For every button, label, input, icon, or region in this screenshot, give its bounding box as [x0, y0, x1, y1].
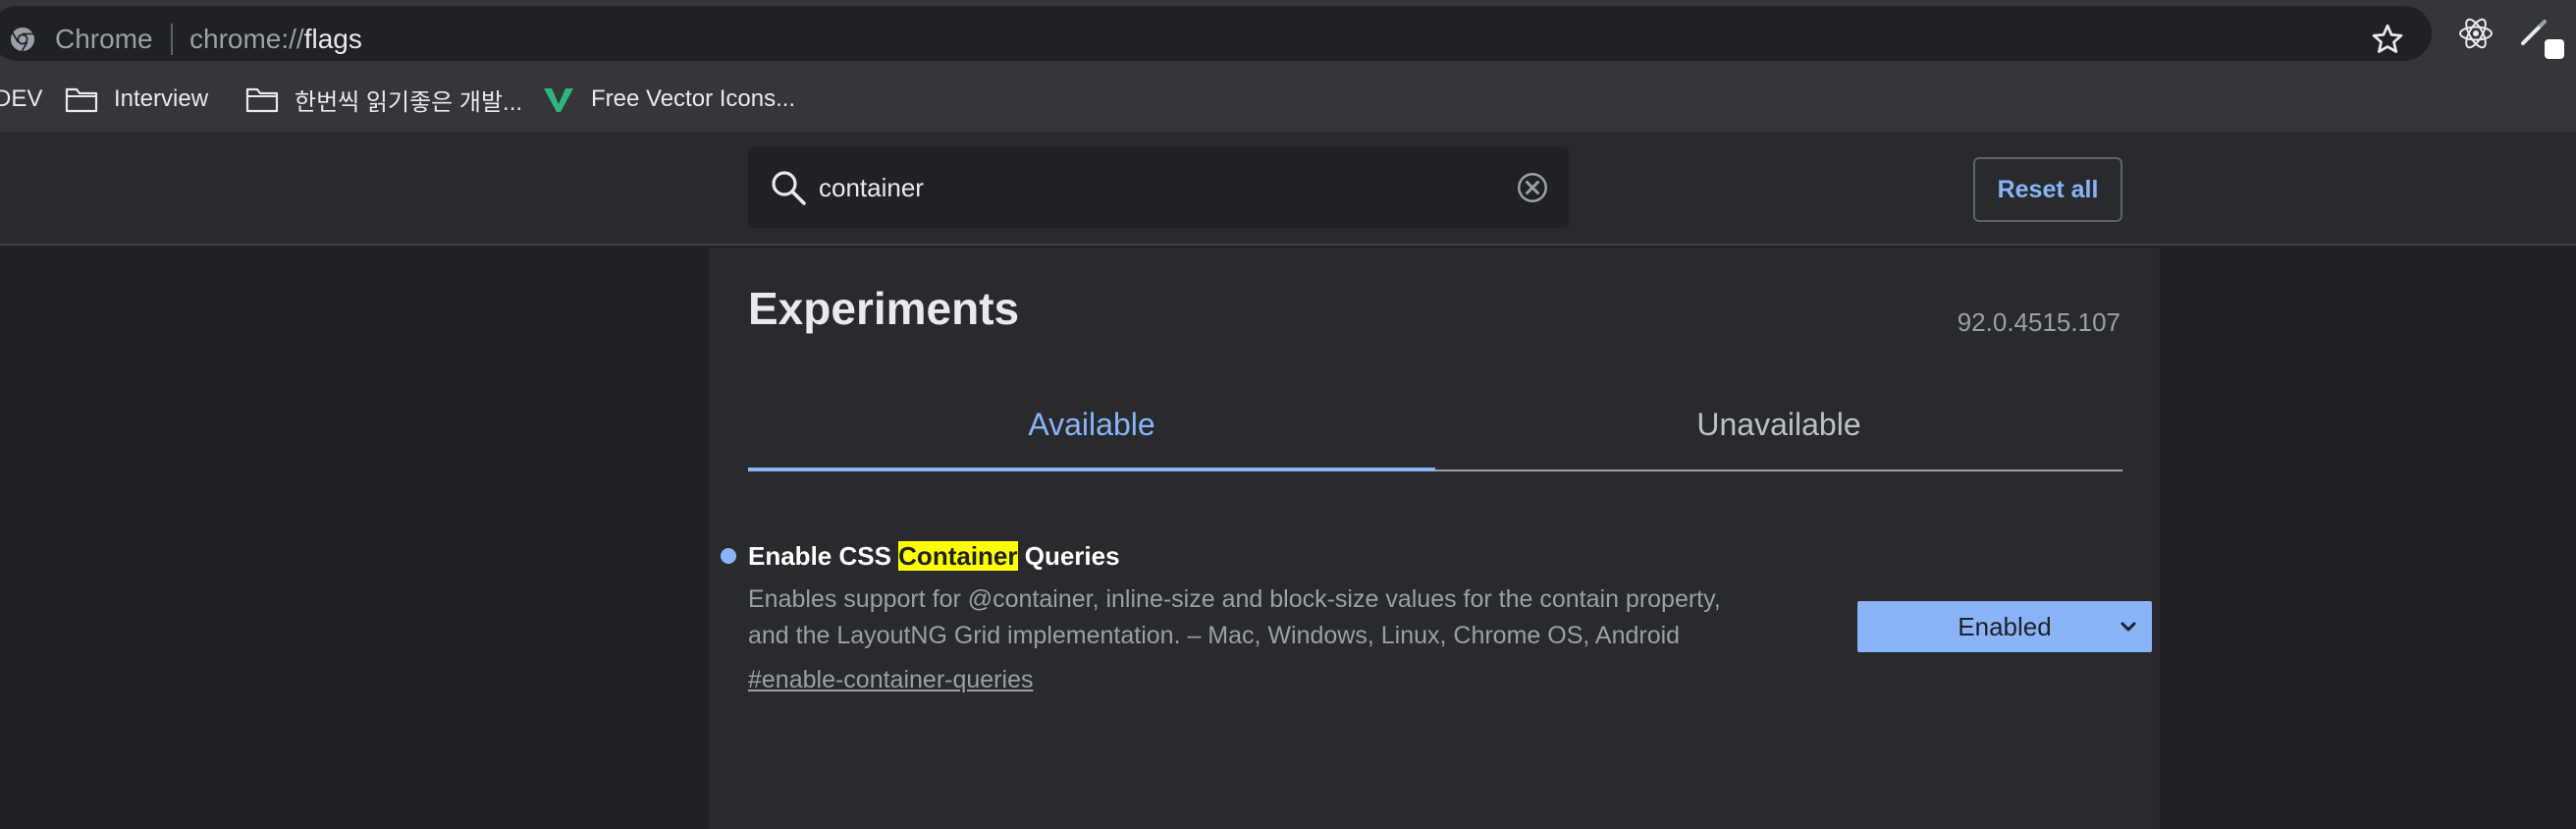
flag-item: Enable CSS Container Queries Enables sup…	[721, 538, 2152, 693]
flag-title-end: Queries	[1017, 541, 1120, 571]
chrome-logo-icon	[11, 28, 34, 52]
flag-title: Enable CSS Container Queries	[748, 538, 2122, 574]
browser-toolbar: Chrome chrome://flags	[0, 0, 2576, 67]
omnibox[interactable]: Chrome chrome://flags	[0, 6, 2432, 61]
chevron-down-icon	[2120, 622, 2136, 632]
flag-state-value: Enabled	[1958, 611, 2052, 641]
star-icon[interactable]	[2370, 22, 2405, 57]
flags-header: Reset all	[0, 132, 2576, 246]
search-box[interactable]	[748, 147, 1569, 228]
search-input[interactable]	[819, 165, 1447, 210]
flag-description-line: Enables support for @container, inline-s…	[748, 585, 1721, 613]
modified-indicator-dot	[721, 548, 736, 564]
version-label: 92.0.4515.107	[1957, 307, 2120, 337]
omnibox-chrome-label: Chrome	[55, 24, 153, 54]
reset-all-button[interactable]: Reset all	[1973, 157, 2122, 222]
bookmark-label: DEV	[0, 85, 43, 112]
flag-description: Enables support for @container, inline-s…	[748, 581, 1789, 654]
omnibox-separator	[171, 24, 173, 55]
bookmark-interview[interactable]: Interview	[65, 67, 208, 132]
url-path: flags	[303, 24, 362, 54]
bookmark-label: Free Vector Icons...	[591, 85, 796, 112]
omnibox-url[interactable]: chrome://flags	[189, 22, 362, 57]
folder-icon	[65, 87, 98, 113]
tab-unavailable[interactable]: Unavailable	[1435, 381, 2122, 470]
bookmark-dev[interactable]: DEV	[0, 67, 42, 132]
bookmark-free-vector-icons[interactable]: Free Vector Icons...	[542, 67, 795, 132]
experiments-panel: Experiments 92.0.4515.107 Available Unav…	[709, 248, 2160, 829]
flag-title-start: Enable CSS	[748, 541, 899, 571]
clear-search-icon[interactable]	[1516, 171, 1549, 204]
search-match-highlight: Container	[898, 541, 1018, 571]
pen-extension-icon[interactable]	[2519, 16, 2568, 63]
tab-available[interactable]: Available	[748, 381, 1435, 471]
bookmark-label: Interview	[114, 85, 209, 112]
react-devtools-icon[interactable]	[2456, 14, 2496, 53]
bookmarks-bar: DEV Interview 한번씩 읽기좋은 개발... Free Vector…	[0, 67, 2576, 132]
page-title: Experiments	[748, 283, 1020, 334]
search-icon	[772, 171, 806, 205]
url-scheme: chrome://	[189, 24, 304, 54]
bookmark-dev-reading-folder[interactable]: 한번씩 읽기좋은 개발...	[245, 67, 522, 132]
vecteezy-icon	[544, 87, 573, 112]
folder-icon	[245, 87, 279, 113]
bookmark-label: 한번씩 읽기좋은 개발...	[295, 88, 523, 116]
flag-description-line: and the LayoutNG Grid implementation. – …	[748, 622, 1681, 649]
flag-permalink[interactable]: #enable-container-queries	[748, 662, 1033, 697]
tab-bar: Available Unavailable	[748, 381, 2122, 471]
flag-state-select[interactable]: Enabled	[1857, 601, 2152, 652]
